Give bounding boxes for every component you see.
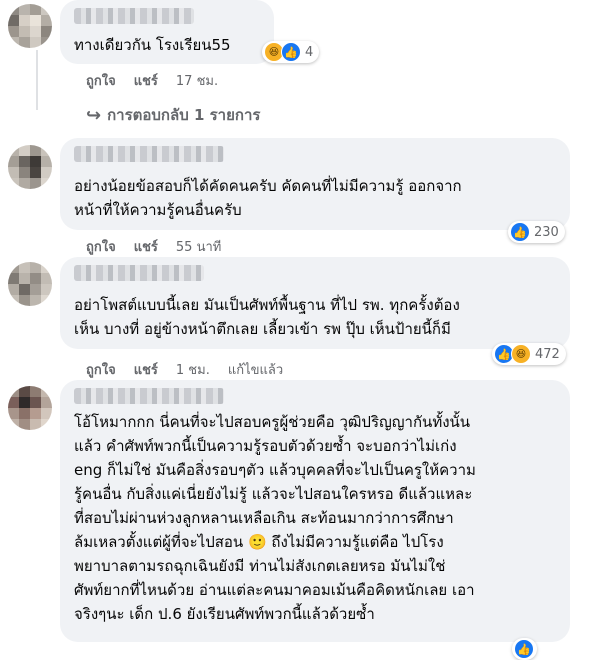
timestamp[interactable]: 55 นาที: [176, 236, 221, 257]
avatar[interactable]: [8, 386, 52, 430]
edited-label[interactable]: แก้ไขแล้ว: [228, 359, 283, 380]
share-button[interactable]: แชร์: [134, 236, 158, 257]
comment-text-line: eng ก็ไม่ใช่ มันคือสิ่งรอบๆตัว แล้วบุคคล…: [74, 461, 476, 479]
comment-text: ทางเดียวกัน โรงเรียน55: [74, 36, 231, 54]
thread-connector: [36, 50, 38, 110]
comment-actions: ถูกใจ แชร์ 55 นาที: [86, 236, 221, 257]
comment-bubble: อย่างน้อยข้อสอบก็ได้คัดคนครับ คัดคนที่ไม…: [60, 138, 570, 230]
like-icon: 👍: [510, 222, 530, 242]
view-replies-button[interactable]: ↪ การตอบกลับ 1 รายการ: [86, 103, 260, 127]
comment-text-line: อย่าโพสต์แบบนี้เลย มันเป็นศัพท์พื้นฐาน ท…: [74, 296, 460, 314]
reaction-summary[interactable]: 👍 230: [508, 221, 565, 243]
reaction-count: 230: [534, 224, 559, 240]
comment-text-line: แล้ว คำศัพท์พวกนี้เป็นความรู้รอบตัวด้วยซ…: [74, 437, 457, 455]
comment-text-line: อย่างน้อยข้อสอบก็ได้คัดคนครับ คัดคนที่ไม…: [74, 177, 462, 195]
commenter-name-blurred[interactable]: [74, 146, 224, 162]
avatar[interactable]: [8, 145, 52, 189]
reaction-count: 472: [535, 346, 560, 362]
avatar[interactable]: [8, 4, 52, 48]
like-button[interactable]: ถูกใจ: [86, 359, 116, 380]
reaction-summary[interactable]: 👍 😆 472: [492, 343, 566, 365]
comment-bubble: ทางเดียวกัน โรงเรียน55: [60, 0, 274, 64]
comment-bubble: อย่าโพสต์แบบนี้เลย มันเป็นศัพท์พื้นฐาน ท…: [60, 257, 570, 349]
comment-text-line: หน้าที่ให้ความรู้คนอื่นครับ: [74, 201, 242, 219]
reaction-summary[interactable]: 😆 👍 4: [262, 41, 320, 63]
comment-text-line: พยาบาลตามรถฉุกเฉินยังมี ท่านไม่สังเกตเลย…: [74, 557, 446, 575]
comment-actions: ถูกใจ แชร์ 17 ชม.: [86, 70, 218, 91]
like-icon: 👍: [281, 42, 301, 62]
share-button[interactable]: แชร์: [134, 359, 158, 380]
view-replies-label: การตอบกลับ 1 รายการ: [107, 106, 261, 124]
avatar[interactable]: [8, 262, 52, 306]
comment-text-line: ล้มเหลวตั้งแต่ผู้ที่จะไปสอน 🙂 ถึงไม่มีคว…: [74, 533, 444, 551]
comment-bubble: โอ้โหมากกก นี่คนที่จะไปสอบครูผู้ช่วยคือ …: [60, 380, 570, 642]
comment-actions: ถูกใจ แชร์ 1 ชม. แก้ไขแล้ว: [86, 359, 283, 380]
commenter-name-blurred[interactable]: [74, 265, 204, 281]
reply-arrow-icon: ↪: [86, 104, 102, 126]
haha-icon: 😆: [511, 344, 531, 364]
comment-text-line: รู้คนอื่น กับสิ่งแค่เนี่ยยังไม่รู้ แล้วจ…: [74, 485, 473, 503]
timestamp[interactable]: 1 ชม.: [176, 359, 210, 380]
comment-text-line: ศัพท์ยากที่ไหนด้วย อ่านแต่ละคนมาคอมเม้นค…: [74, 581, 475, 599]
commenter-name-blurred[interactable]: [74, 8, 194, 24]
timestamp[interactable]: 17 ชม.: [176, 70, 218, 91]
comment-text-line: จริงๆนะ เด็ก ป.6 ยังเรียนศัพท์พวกนี้แล้ว…: [74, 605, 375, 623]
comment-text-line: เห็น บางที่ อยู่ข้างหน้าตึกเลย เลี้ยวเข้…: [74, 320, 451, 338]
like-button[interactable]: ถูกใจ: [86, 70, 116, 91]
like-button[interactable]: ถูกใจ: [86, 236, 116, 257]
reaction-count: 4: [305, 44, 314, 60]
comment-text-line: โอ้โหมากกก นี่คนที่จะไปสอบครูผู้ช่วยคือ …: [74, 413, 471, 431]
like-icon: 👍: [514, 639, 534, 659]
commenter-name-blurred[interactable]: [74, 388, 224, 404]
share-button[interactable]: แชร์: [134, 70, 158, 91]
reaction-summary[interactable]: 👍: [512, 638, 537, 660]
comment-text-line: ที่สอบไม่ผ่านห่วงลูกหลานเหลือเกิน สะท้อน…: [74, 509, 454, 527]
